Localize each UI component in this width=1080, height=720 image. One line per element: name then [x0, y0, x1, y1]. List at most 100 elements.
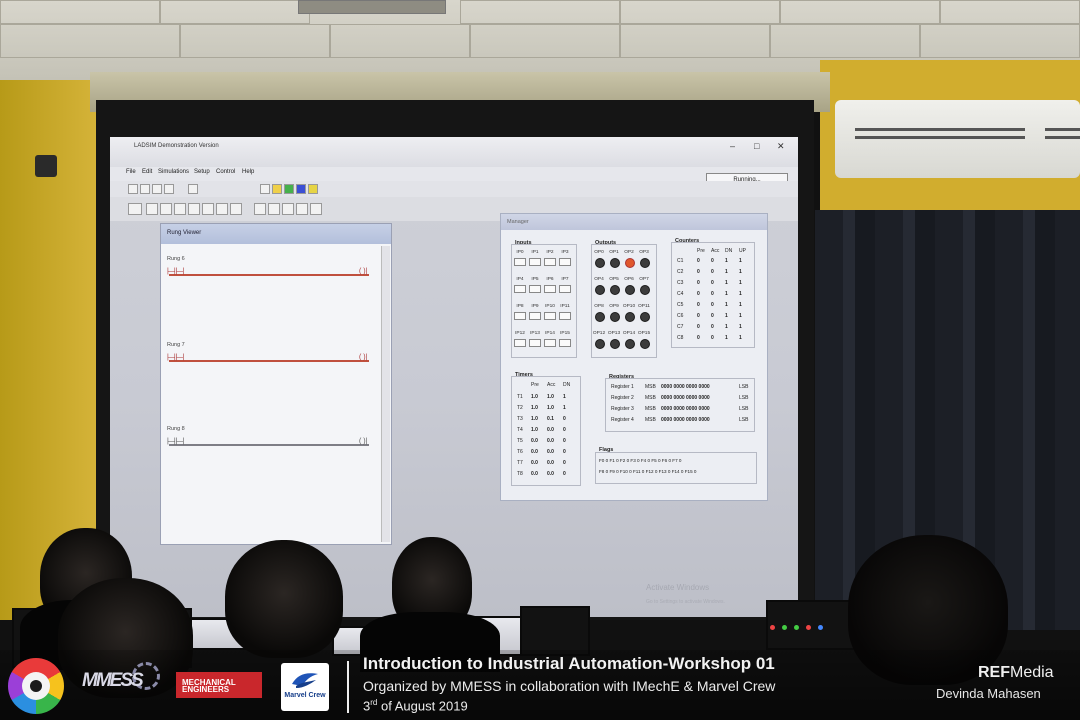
credit-brand-bold: REF	[978, 664, 1010, 681]
counter-cell: C4	[677, 291, 684, 297]
input-switch[interactable]	[559, 258, 571, 266]
counter-cell: 1	[739, 291, 742, 297]
input-switch[interactable]	[544, 339, 556, 347]
input-switch[interactable]	[514, 258, 526, 266]
menu-file[interactable]: File	[126, 169, 136, 175]
open-icon[interactable]	[140, 184, 150, 194]
input-switch[interactable]	[514, 312, 526, 320]
timer-cell: 1.0	[547, 394, 554, 400]
input-switch[interactable]	[514, 339, 526, 347]
imeche-line2: ENGINEERS	[182, 685, 230, 694]
register-name: Register 2	[611, 395, 634, 401]
counter-cell: 1	[725, 324, 728, 330]
run-icon[interactable]	[272, 184, 282, 194]
register-bits: 0000 0000 0000 0000	[661, 417, 710, 423]
output-label: OP10	[622, 304, 636, 309]
counter-cell: 0	[711, 280, 714, 286]
register-bits: 0000 0000 0000 0000	[661, 406, 710, 412]
input-switch[interactable]	[559, 339, 571, 347]
minimize-icon[interactable]: –	[730, 141, 735, 151]
close-icon[interactable]: ✕	[777, 141, 785, 152]
coil-icon[interactable]	[174, 203, 186, 215]
timer-header: Pre	[531, 382, 539, 388]
input-switch[interactable]	[559, 312, 571, 320]
register-name: Register 4	[611, 417, 634, 423]
latch-icon[interactable]	[296, 203, 308, 215]
person-head	[225, 540, 343, 658]
input-switch[interactable]	[529, 285, 541, 293]
register-msb: MSB	[645, 406, 656, 412]
unlatch-icon[interactable]	[310, 203, 322, 215]
input-switch[interactable]	[529, 312, 541, 320]
output-lamp	[595, 339, 605, 349]
play-icon[interactable]	[284, 184, 294, 194]
counter-cell: 0	[697, 313, 700, 319]
move-icon[interactable]	[254, 203, 266, 215]
input-label: IP8	[516, 304, 524, 309]
rung-label: Rung 7	[167, 342, 185, 348]
output-label: OP5	[609, 277, 619, 282]
counter-header: Acc	[711, 248, 720, 254]
contact-symbol: |—| |—|	[167, 268, 184, 275]
input-switch[interactable]	[514, 285, 526, 293]
maximize-icon[interactable]: □	[754, 141, 759, 151]
contact-no-icon[interactable]	[146, 203, 158, 215]
rung-label: Rung 8	[167, 426, 185, 432]
counter-cell: 0	[711, 324, 714, 330]
rung-icon[interactable]	[128, 203, 142, 215]
reset-icon[interactable]	[282, 203, 294, 215]
timer-cell: T4	[517, 427, 523, 433]
menu-simulations[interactable]: Simulations	[158, 169, 189, 175]
input-label: IP11	[560, 304, 570, 309]
input-label: IP7	[561, 277, 569, 282]
rung-line-inactive	[169, 444, 369, 446]
banner-divider	[347, 661, 349, 713]
counter-cell: 0	[697, 291, 700, 297]
counter-cell: C2	[677, 269, 684, 275]
input-label: IP10	[545, 304, 555, 309]
menu-edit[interactable]: Edit	[142, 169, 152, 175]
input-switch[interactable]	[544, 258, 556, 266]
new-icon[interactable]	[128, 184, 138, 194]
branch-icon[interactable]	[216, 203, 228, 215]
output-lamp	[625, 285, 635, 295]
counter-icon[interactable]	[202, 203, 214, 215]
timer-header: DN	[563, 382, 571, 388]
menu-setup[interactable]: Setup	[194, 169, 210, 175]
input-switch[interactable]	[529, 258, 541, 266]
pause-icon[interactable]	[308, 184, 318, 194]
menu-control[interactable]: Control	[216, 169, 235, 175]
compare-icon[interactable]	[230, 203, 242, 215]
stop-icon[interactable]	[296, 184, 306, 194]
output-lamp	[610, 312, 620, 322]
save-icon[interactable]	[152, 184, 162, 194]
contact-nc-icon[interactable]	[160, 203, 172, 215]
timer-cell: T2	[517, 405, 523, 411]
math-icon[interactable]	[268, 203, 280, 215]
counter-cell: C8	[677, 335, 684, 341]
timer-cell: T5	[517, 438, 523, 444]
register-msb: MSB	[645, 384, 656, 390]
rung-line-active	[169, 274, 369, 276]
rung-label: Rung 6	[167, 256, 185, 262]
output-lamp	[640, 312, 650, 322]
counter-cell: 1	[725, 291, 728, 297]
settings-icon[interactable]	[188, 184, 198, 194]
menu-help[interactable]: Help	[242, 169, 254, 175]
timer-icon[interactable]	[188, 203, 200, 215]
camera-lens-center-icon	[30, 680, 42, 692]
input-label: IP13	[530, 331, 540, 336]
register-lsb: LSB	[739, 417, 749, 423]
counter-cell: 0	[697, 302, 700, 308]
input-switch[interactable]	[544, 285, 556, 293]
input-switch[interactable]	[559, 285, 571, 293]
output-lamp	[610, 339, 620, 349]
output-lamp	[640, 258, 650, 268]
input-switch[interactable]	[529, 339, 541, 347]
print-icon[interactable]	[164, 184, 174, 194]
step-icon[interactable]	[260, 184, 270, 194]
input-switch[interactable]	[544, 312, 556, 320]
rung-viewer-scrollbar[interactable]	[381, 246, 390, 542]
timer-cell: 1.0	[531, 405, 538, 411]
input-label: IP6	[546, 277, 554, 282]
